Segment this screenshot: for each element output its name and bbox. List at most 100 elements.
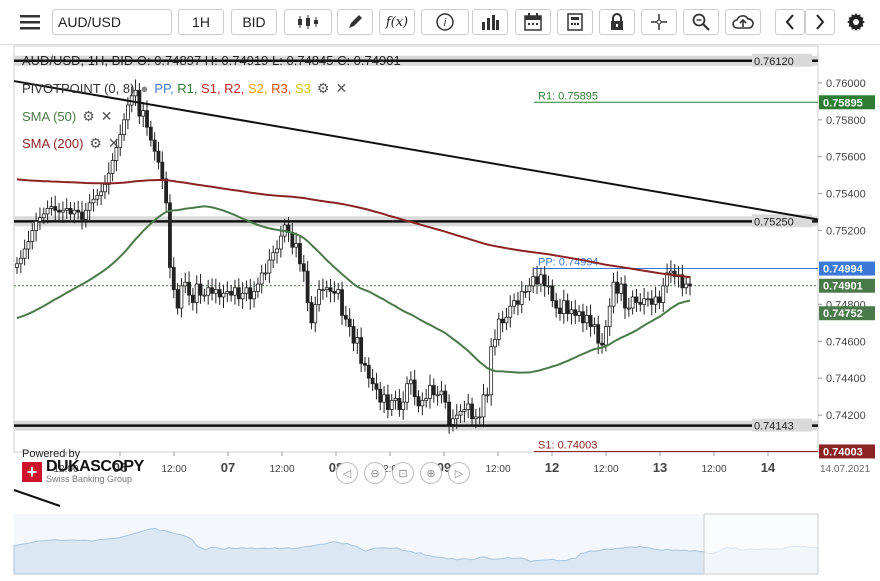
candle-body [382, 394, 386, 403]
info-button[interactable]: i [421, 9, 469, 35]
candle-body [175, 289, 180, 309]
zoom-button[interactable] [683, 9, 719, 35]
candle-body [301, 263, 306, 272]
chart-type-button[interactable] [284, 9, 332, 35]
candle-body [168, 202, 172, 268]
candle-body [183, 281, 188, 287]
lock-button[interactable] [599, 9, 635, 35]
candle-body [343, 315, 348, 320]
candle-body [527, 285, 532, 292]
candle-body [267, 259, 272, 274]
pivot-level-s1: S1, [201, 81, 225, 96]
candle-body [405, 383, 409, 403]
candle-body [217, 289, 222, 298]
scroll-right-button[interactable] [805, 9, 835, 35]
candle-body [236, 287, 241, 300]
level-label: 0.74143 [754, 421, 794, 433]
fit-button[interactable]: ⊡ [392, 462, 414, 484]
price-side-selector[interactable]: BID [231, 9, 277, 35]
zoom-out-icon: ⊖ [370, 467, 380, 480]
pan-right-button[interactable]: ▷ [448, 462, 470, 484]
calculator-button[interactable] [557, 9, 593, 35]
price-chart[interactable]: 0.761200.752500.74143R1: 0.75895PP: 0.74… [0, 44, 880, 576]
candle-body [443, 390, 448, 403]
candle-body [451, 418, 455, 425]
pivot-level-list: PP, R1, S1, R2, S2, R3, S3 [154, 81, 311, 96]
level-label: 0.76120 [754, 56, 794, 68]
pivot-remove-close-icon[interactable]: ✕ [335, 80, 347, 97]
candle-body [30, 230, 35, 243]
chevron-right-icon [816, 14, 825, 30]
sma50-remove-close-icon[interactable]: ✕ [101, 108, 113, 125]
pivot-settings-gear-icon[interactable]: ⚙ [317, 80, 330, 97]
candle-body [198, 283, 203, 296]
price-tag-label: 0.74003 [823, 446, 863, 458]
sma200-settings-gear-icon[interactable]: ⚙ [89, 135, 102, 152]
candle-body [256, 283, 260, 292]
magnifier-icon [692, 13, 710, 31]
candle-body [359, 337, 364, 364]
menu-button[interactable] [13, 9, 47, 35]
sma50-settings-gear-icon[interactable]: ⚙ [82, 108, 95, 125]
draw-tool-button[interactable] [337, 9, 373, 35]
pan-left-button[interactable]: ◁ [336, 462, 358, 484]
price-tag-label: 0.74752 [823, 308, 863, 320]
candle-body [431, 385, 436, 396]
sma200-remove-close-icon[interactable]: ✕ [108, 135, 120, 152]
bar-chart-icon [482, 15, 499, 30]
candle-body [447, 401, 451, 425]
candle-body [263, 272, 268, 275]
lock-icon [611, 13, 623, 30]
candle-body [424, 398, 429, 401]
sma50-legend: SMA (50) ⚙ ✕ [22, 108, 112, 125]
candle-body [34, 220, 39, 231]
candle-body [688, 283, 692, 287]
settings-button[interactable] [843, 9, 869, 35]
pivot-level-r1: R1, [177, 81, 202, 96]
candle-body [569, 309, 574, 314]
candle-body [493, 339, 497, 348]
candle-body [523, 291, 528, 293]
upload-button[interactable] [725, 9, 761, 35]
calculator-icon [567, 13, 583, 31]
candle-body [152, 139, 157, 152]
pivot-label: PIVOTPOINT (0, 8) [22, 81, 135, 96]
candle-body [363, 363, 367, 366]
candle-body [581, 311, 585, 324]
volume-button[interactable] [472, 9, 508, 35]
candle-body [550, 285, 555, 302]
candle-body [496, 318, 501, 340]
candle-body [179, 285, 184, 309]
candle-body [634, 296, 639, 303]
candle-body [164, 178, 169, 204]
zoom-in-button[interactable]: ⊕ [420, 462, 442, 484]
x-tick-label: 07 [221, 460, 235, 475]
candle-body [233, 287, 237, 296]
candle-body [462, 409, 467, 412]
calendar-button[interactable] [515, 9, 551, 35]
fit-icon: ⊡ [398, 467, 408, 480]
candle-body [653, 296, 658, 305]
candle-body [225, 291, 230, 294]
zoom-out-button[interactable]: ⊖ [364, 462, 386, 484]
indicators-button[interactable]: f(x) [379, 9, 415, 35]
candle-body [64, 207, 69, 211]
candle-body [229, 291, 234, 296]
crosshair-button[interactable] [641, 9, 677, 35]
candle-body [470, 403, 474, 420]
candle-body [298, 243, 302, 265]
candle-body [516, 300, 520, 305]
timeframe-selector[interactable]: 1H [178, 9, 224, 35]
candle-body [592, 324, 597, 327]
pivot-dot: ● [140, 81, 149, 96]
candle-body [565, 300, 570, 314]
candle-body [542, 274, 547, 287]
candle-body [603, 326, 608, 346]
date-label: 14.07.2021 [820, 464, 870, 475]
symbol-selector[interactable]: AUD/USD [52, 9, 172, 35]
candle-body [313, 303, 318, 324]
candle-body [646, 298, 650, 301]
candle-body [202, 294, 207, 297]
candle-body [206, 287, 211, 296]
scroll-left-button[interactable] [775, 9, 805, 35]
